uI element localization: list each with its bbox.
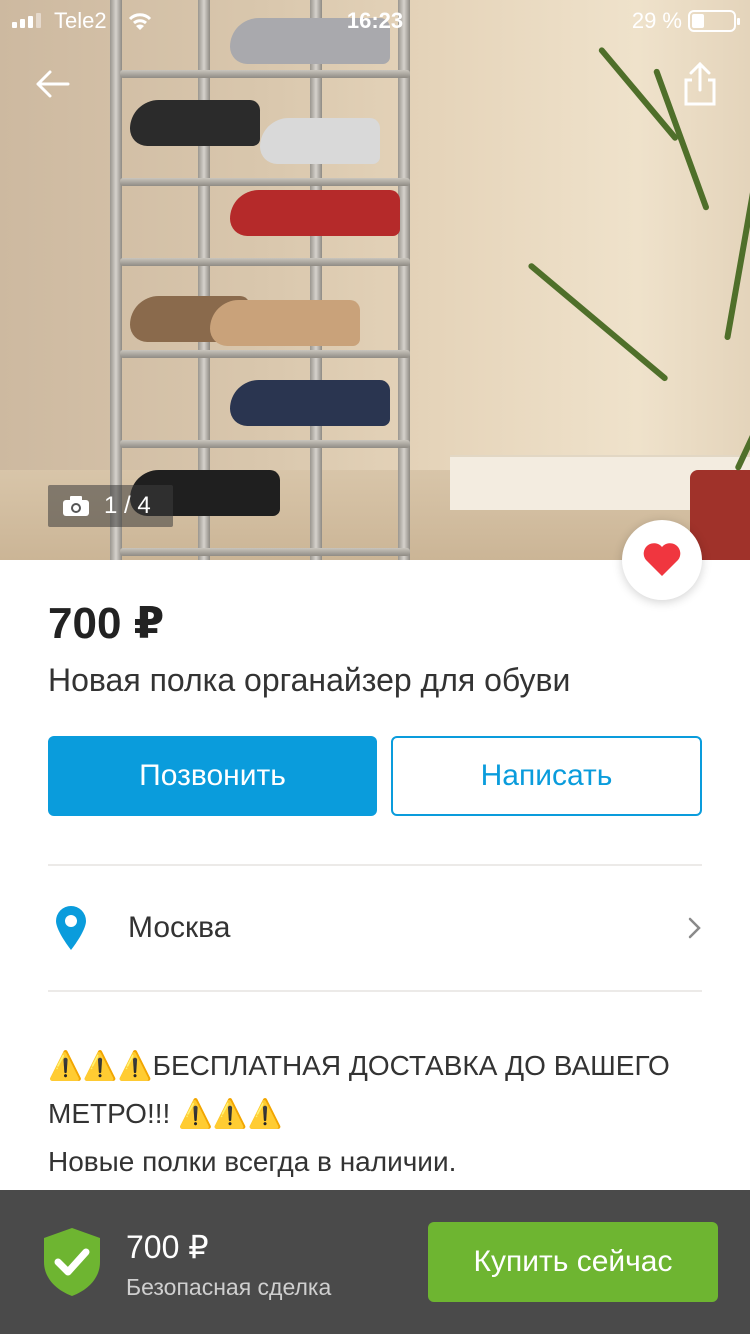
listing-price: 700 ₽ — [48, 599, 165, 648]
camera-icon — [63, 496, 89, 516]
safe-deal-shield-icon — [44, 1228, 100, 1296]
divider — [48, 990, 702, 992]
bottom-price: 700 ₽ — [126, 1229, 209, 1265]
description-line: Новые полки всегда в наличии. — [48, 1146, 457, 1177]
battery-icon — [688, 10, 740, 32]
heart-icon — [643, 543, 681, 576]
write-button[interactable]: Написать — [391, 736, 702, 816]
battery-percent: 29 % — [631, 8, 682, 33]
chevron-right-icon — [688, 917, 701, 939]
buy-now-button[interactable]: Купить сейчас — [428, 1222, 718, 1302]
back-arrow-icon — [36, 70, 70, 98]
photo-counter: 1 / 4 — [48, 485, 173, 527]
location-city: Москва — [128, 911, 231, 944]
back-button[interactable] — [30, 62, 74, 106]
listing-description: ⚠️⚠️⚠️БЕСПЛАТНАЯ ДОСТАВКА ДО ВАШЕГО МЕТР… — [48, 1042, 708, 1186]
safe-deal-label: Безопасная сделка — [126, 1274, 332, 1300]
call-button[interactable]: Позвонить — [48, 736, 377, 816]
favorite-button[interactable] — [622, 520, 702, 600]
share-button[interactable] — [680, 60, 720, 110]
shoe-rack-illustration — [110, 0, 410, 560]
location-pin-icon — [56, 906, 86, 950]
status-bar: Tele2 16:23 29 % — [0, 0, 750, 40]
share-icon — [684, 61, 716, 106]
listing-photo[interactable] — [0, 0, 750, 560]
photo-counter-text: 1 / 4 — [104, 492, 151, 519]
location-row[interactable]: Москва — [48, 866, 702, 990]
listing-title: Новая полка органайзер для обуви — [48, 662, 571, 698]
description-line: ⚠️⚠️⚠️БЕСПЛАТНАЯ ДОСТАВКА ДО ВАШЕГО МЕТР… — [48, 1050, 670, 1129]
